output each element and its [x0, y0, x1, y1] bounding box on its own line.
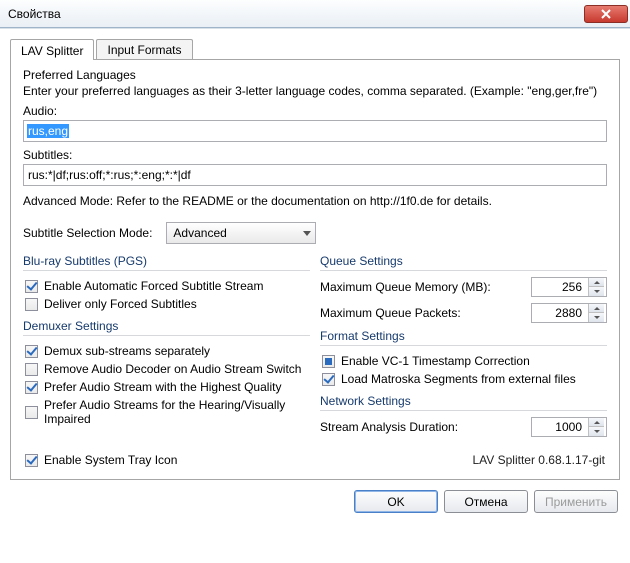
- analysis-label: Stream Analysis Duration:: [320, 420, 458, 434]
- version-label: LAV Splitter 0.68.1.17-git: [472, 453, 605, 467]
- chk-matroska[interactable]: Load Matroska Segments from external fil…: [320, 370, 607, 388]
- close-button[interactable]: [584, 5, 628, 23]
- preferred-languages-desc: Enter your preferred languages as their …: [23, 84, 607, 98]
- queue-mem-input[interactable]: [532, 278, 588, 296]
- spin-down-icon[interactable]: [589, 313, 604, 322]
- preferred-languages-heading: Preferred Languages: [23, 68, 607, 82]
- chk-vc1[interactable]: Enable VC-1 Timestamp Correction: [320, 352, 607, 370]
- spin-down-icon[interactable]: [589, 427, 604, 436]
- chevron-down-icon: [303, 231, 311, 236]
- analysis-spinner[interactable]: [531, 417, 607, 437]
- checkbox-icon: [322, 373, 335, 386]
- chk-demux-separately[interactable]: Demux sub-streams separately: [23, 342, 310, 360]
- analysis-input[interactable]: [532, 418, 588, 436]
- tab-input-formats[interactable]: Input Formats: [96, 39, 192, 59]
- spin-up-icon[interactable]: [589, 418, 604, 427]
- close-icon: [601, 9, 611, 19]
- checkbox-icon: [25, 298, 38, 311]
- checkbox-icon: [25, 363, 38, 376]
- subtitle-mode-value: Advanced: [173, 226, 226, 240]
- checkbox-icon: [25, 345, 38, 358]
- checkbox-icon: [322, 355, 335, 368]
- subtitle-mode-select[interactable]: Advanced: [166, 222, 316, 244]
- format-caption: Format Settings: [320, 329, 607, 343]
- subtitle-mode-label: Subtitle Selection Mode:: [23, 226, 152, 240]
- ok-button[interactable]: OK: [354, 490, 438, 513]
- spin-down-icon[interactable]: [589, 287, 604, 296]
- bluray-caption: Blu-ray Subtitles (PGS): [23, 254, 310, 268]
- checkbox-icon: [25, 280, 38, 293]
- chk-tray-icon[interactable]: Enable System Tray Icon: [25, 451, 179, 469]
- checkbox-icon: [25, 454, 38, 467]
- chk-deliver-forced[interactable]: Deliver only Forced Subtitles: [23, 295, 310, 313]
- tab-lav-splitter[interactable]: LAV Splitter: [10, 39, 94, 60]
- checkbox-icon: [25, 406, 38, 419]
- queue-caption: Queue Settings: [320, 254, 607, 268]
- tab-panel: Preferred Languages Enter your preferred…: [10, 59, 620, 480]
- titlebar: Свойства: [0, 0, 630, 28]
- chk-prefer-impaired[interactable]: Prefer Audio Streams for the Hearing/Vis…: [23, 396, 310, 428]
- advanced-mode-note: Advanced Mode: Refer to the README or th…: [23, 194, 607, 208]
- subtitles-input[interactable]: [23, 164, 607, 186]
- spin-up-icon[interactable]: [589, 304, 604, 313]
- demuxer-caption: Demuxer Settings: [23, 319, 310, 333]
- queue-mem-spinner[interactable]: [531, 277, 607, 297]
- spin-up-icon[interactable]: [589, 278, 604, 287]
- apply-button[interactable]: Применить: [534, 490, 618, 513]
- audio-input[interactable]: rus,eng: [23, 120, 607, 142]
- network-caption: Network Settings: [320, 394, 607, 408]
- cancel-button[interactable]: Отмена: [444, 490, 528, 513]
- chk-auto-forced[interactable]: Enable Automatic Forced Subtitle Stream: [23, 277, 310, 295]
- window-title: Свойства: [8, 7, 584, 21]
- subtitles-label: Subtitles:: [23, 148, 607, 162]
- queue-pkt-spinner[interactable]: [531, 303, 607, 323]
- queue-pkt-input[interactable]: [532, 304, 588, 322]
- checkbox-icon: [25, 381, 38, 394]
- queue-mem-label: Maximum Queue Memory (MB):: [320, 280, 491, 294]
- chk-prefer-hq[interactable]: Prefer Audio Stream with the Highest Qua…: [23, 378, 310, 396]
- chk-remove-decoder[interactable]: Remove Audio Decoder on Audio Stream Swi…: [23, 360, 310, 378]
- audio-label: Audio:: [23, 104, 607, 118]
- queue-pkt-label: Maximum Queue Packets:: [320, 306, 461, 320]
